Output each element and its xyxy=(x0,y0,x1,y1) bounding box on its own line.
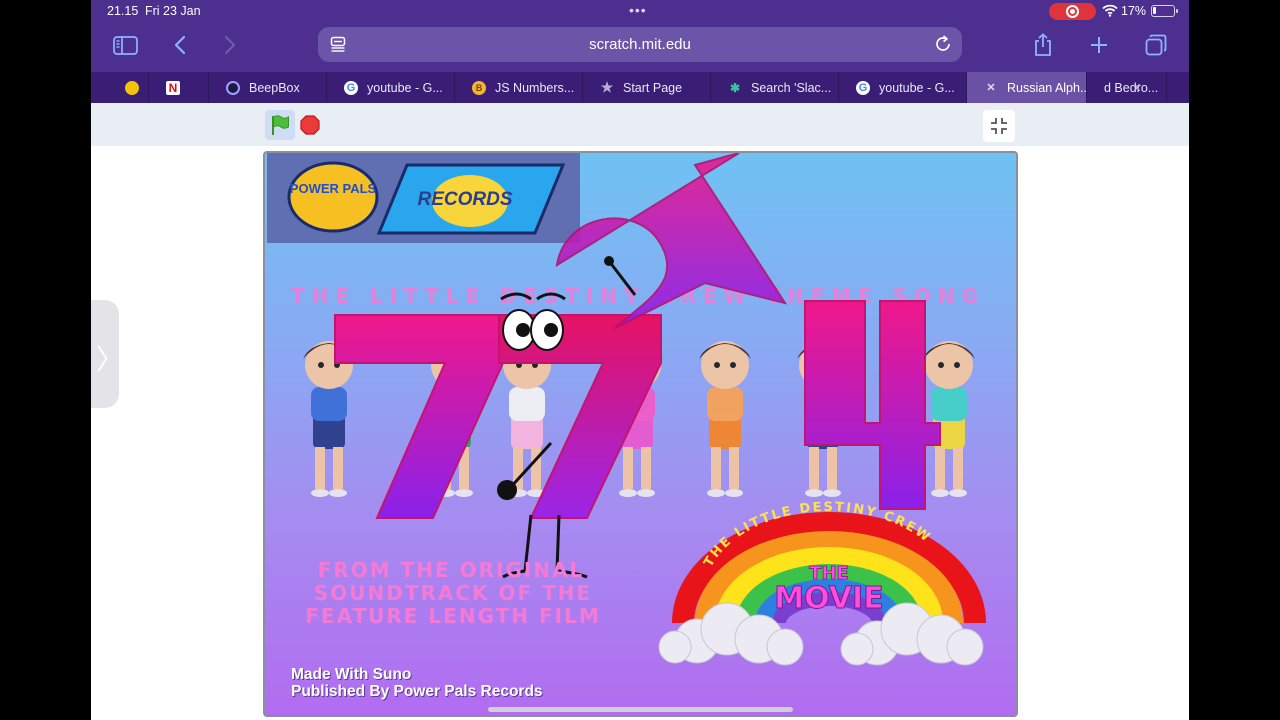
google-chrome-icon xyxy=(125,80,139,95)
number-four xyxy=(804,300,941,510)
browser-tab[interactable]: Gyoutube - G... xyxy=(839,72,967,103)
beepbox-icon xyxy=(226,80,240,95)
logo-records-text: RECORDS xyxy=(417,189,512,210)
netflix-icon: N xyxy=(166,80,180,95)
forward-chevron-icon[interactable] xyxy=(217,32,243,58)
power-pals-records-logo: POWER PALS RECORDS xyxy=(267,153,580,243)
credit-line: Made With Suno xyxy=(291,666,412,683)
credits-text-block: Made With Suno Published By Power Pals R… xyxy=(291,666,543,700)
wifi-icon xyxy=(1102,4,1118,17)
browser-toolbar: 21.15 Fri 23 Jan ••• 17% scratch.mit.edu xyxy=(91,0,1189,72)
browser-tab-label: d Bedro... xyxy=(1104,80,1159,95)
soundtrack-line: SOUNDTRACK OF THE xyxy=(314,581,592,605)
browser-tab-label: Search 'Slac... xyxy=(751,80,832,95)
number-seven-left xyxy=(334,314,504,519)
status-date: Fri 23 Jan xyxy=(145,4,201,18)
song-headline: THE LITTLE DESTINY CREW THEME SONG xyxy=(291,284,981,308)
tab-strip: N BeepBox Gyoutube - G... B JS Numbers... ★ St… xyxy=(91,72,1189,103)
reload-icon[interactable] xyxy=(935,35,952,53)
browser-tab[interactable]: ★ Start Page xyxy=(583,72,711,103)
cartoon-kid xyxy=(303,341,355,497)
green-flag-icon[interactable] xyxy=(265,110,295,140)
tablet-screen: 21.15 Fri 23 Jan ••• 17% scratch.mit.edu xyxy=(91,0,1189,720)
browser-tab[interactable] xyxy=(119,72,149,103)
soundtrack-text-block: FROM THE ORIGINAL SOUNDTRACK OF THE FEAT… xyxy=(305,558,600,628)
browser-tab[interactable]: Gyoutube - G... xyxy=(327,72,455,103)
cartoon-kid xyxy=(699,341,751,497)
star-icon: ★ xyxy=(600,79,614,95)
side-panel-handle[interactable]: 〉 xyxy=(91,300,124,408)
scratch-stage[interactable]: POWER PALS RECORDS THE LITTLE DESTINY CR… xyxy=(263,151,1018,717)
rainbow-title-movie: MOVIE xyxy=(774,581,883,616)
cartoon-kid xyxy=(501,341,553,497)
stage-scrollbar[interactable] xyxy=(488,707,793,712)
battery-percent: 17% xyxy=(1121,4,1147,18)
browser-tab-label: BeepBox xyxy=(249,80,300,95)
search-slack-icon: ✱ xyxy=(729,80,741,95)
new-tab-plus-icon[interactable] xyxy=(1086,32,1112,58)
browser-tab[interactable]: d Bedro... xyxy=(1087,72,1167,103)
battery-icon xyxy=(1151,5,1178,17)
url-text: scratch.mit.edu xyxy=(589,36,691,53)
browser-tab[interactable]: ✕ Russian Alph... xyxy=(967,72,1087,103)
screen-recording-indicator[interactable] xyxy=(1049,3,1096,20)
browser-tab[interactable]: N xyxy=(149,72,209,103)
js-numbers-icon: B xyxy=(472,80,486,95)
credit-line: Published By Power Pals Records xyxy=(291,683,543,700)
sidebar-toggle-icon[interactable] xyxy=(112,32,138,58)
soundtrack-line: FROM THE ORIGINAL xyxy=(318,558,585,582)
browser-tab-label: youtube - G... xyxy=(367,80,443,95)
soundtrack-line: FEATURE LENGTH FILM xyxy=(305,604,600,628)
browser-tab-label: Russian Alph... xyxy=(1007,80,1087,95)
address-bar[interactable]: scratch.mit.edu xyxy=(318,27,962,62)
browser-tab[interactable]: B JS Numbers... xyxy=(455,72,583,103)
status-time: 21.15 xyxy=(107,4,139,18)
logo-power-pals-text: POWER PALS xyxy=(290,181,377,196)
google-icon: G xyxy=(344,80,358,95)
back-chevron-icon[interactable] xyxy=(167,32,193,58)
browser-tab-label: youtube - G... xyxy=(879,80,955,95)
browser-tab-label: JS Numbers... xyxy=(495,80,575,95)
close-tab-icon: ✕ xyxy=(986,82,996,94)
browser-tab[interactable]: ✱ Search 'Slac... xyxy=(711,72,839,103)
multitasking-dots-icon[interactable]: ••• xyxy=(629,2,647,18)
google-icon: G xyxy=(856,80,870,95)
character-hand xyxy=(604,256,614,266)
cartoon-kid xyxy=(923,341,975,497)
share-icon[interactable] xyxy=(1030,32,1056,58)
character-hand xyxy=(497,480,517,500)
stage-artwork: POWER PALS RECORDS THE LITTLE DESTINY CR… xyxy=(267,153,986,666)
scratch-controls-bar xyxy=(91,103,1189,146)
browser-tab-label: Start Page xyxy=(623,80,683,95)
stop-sign-icon[interactable] xyxy=(300,115,320,135)
tab-overview-icon[interactable] xyxy=(1143,32,1169,58)
chevron-right-icon: 〉 xyxy=(96,344,125,375)
exit-fullscreen-icon[interactable] xyxy=(983,110,1015,142)
rainbow-movie-logo: THE LITTLE DESTINY CREW THE MOVIE xyxy=(658,500,986,666)
tab-overflow-text: x xyxy=(1134,80,1141,94)
browser-tab[interactable]: BeepBox xyxy=(209,72,327,103)
